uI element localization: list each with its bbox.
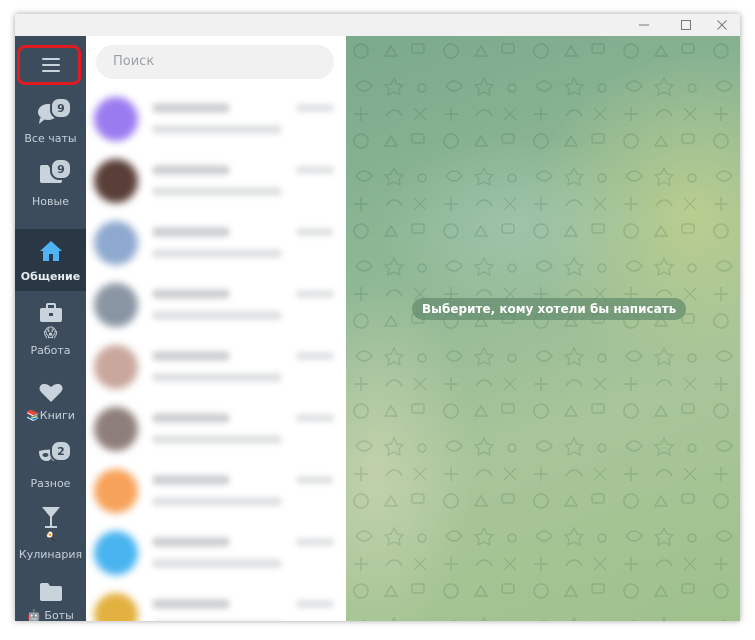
folder-label-row: 🤖 Боты — [15, 609, 86, 621]
folder-emoji: 📚 — [26, 409, 40, 422]
folder-all-chats[interactable]: 9 Все чаты — [15, 91, 86, 151]
folder-emoji: 😱 — [43, 326, 58, 341]
folder-emoji: 🤖 — [27, 609, 41, 621]
unread-badge: 9 — [50, 97, 72, 119]
folder-new[interactable]: 9 Новые — [15, 154, 86, 214]
folder-books[interactable]: 📚Книги — [15, 374, 86, 434]
empty-chat-message: Выберите, кому хотели бы написать — [412, 298, 687, 320]
house-icon — [39, 241, 62, 261]
telegram-window: 9 Все чаты 9 Новые Общение 😱 Работа 📚Кни… — [15, 14, 740, 621]
maximize-icon — [681, 20, 691, 30]
avatar — [94, 345, 138, 389]
doodle-pattern — [346, 36, 740, 621]
heart-icon — [39, 383, 62, 402]
folder-label: Кулинария — [18, 548, 83, 561]
avatar — [94, 159, 138, 203]
chat-list-item[interactable] — [86, 154, 346, 216]
folder-work[interactable]: 😱 Работа — [15, 294, 86, 364]
chat-list-item[interactable] — [86, 340, 346, 402]
maximize-button[interactable] — [669, 14, 703, 36]
folder-emoji: 🍳 — [43, 530, 58, 543]
folder-label: Боты — [44, 609, 74, 621]
folder-misc[interactable]: 2 Разное — [15, 434, 86, 494]
chat-list-item[interactable] — [86, 402, 346, 464]
chat-list-item[interactable] — [86, 588, 346, 621]
chat-list: Поиск — [86, 36, 346, 621]
folder-label: Новые — [32, 195, 69, 208]
minimize-icon — [639, 24, 649, 26]
folder-label: Книги — [39, 409, 75, 422]
folder-communication[interactable]: Общение — [15, 229, 86, 291]
chat-list-item[interactable] — [86, 92, 346, 154]
folder-label: Работа — [30, 344, 71, 357]
folder-bots[interactable]: 🤖 Боты — [15, 569, 86, 621]
close-icon — [717, 20, 727, 30]
chat-area: Выберите, кому хотели бы написать — [346, 36, 740, 621]
avatar — [94, 469, 138, 513]
chat-list-item[interactable] — [86, 216, 346, 278]
avatar — [94, 97, 138, 141]
search-input[interactable]: Поиск — [96, 45, 334, 79]
main-menu-button[interactable] — [17, 45, 81, 85]
folder-icon — [39, 583, 62, 601]
unread-badge: 2 — [50, 440, 72, 462]
minimize-button[interactable] — [627, 14, 661, 36]
cocktail-icon — [41, 507, 60, 528]
chat-list-item[interactable] — [86, 278, 346, 340]
avatar — [94, 283, 138, 327]
folder-label-row: 📚Книги — [15, 409, 86, 422]
chat-list-item[interactable] — [86, 464, 346, 526]
briefcase-icon — [39, 303, 62, 322]
avatar — [94, 221, 138, 265]
unread-badge: 9 — [50, 158, 72, 180]
folder-label: Разное — [30, 477, 71, 490]
avatar — [94, 593, 138, 621]
folder-sidebar: 9 Все чаты 9 Новые Общение 😱 Работа 📚Кни… — [15, 36, 86, 621]
close-button[interactable] — [705, 14, 739, 36]
avatar — [94, 531, 138, 575]
folder-label: Все чаты — [24, 132, 77, 145]
avatar — [94, 407, 138, 451]
title-bar — [15, 14, 740, 36]
folder-cooking[interactable]: 🍳 Кулинария — [15, 499, 86, 569]
chat-list-item[interactable] — [86, 526, 346, 588]
folder-label: Общение — [20, 270, 81, 283]
